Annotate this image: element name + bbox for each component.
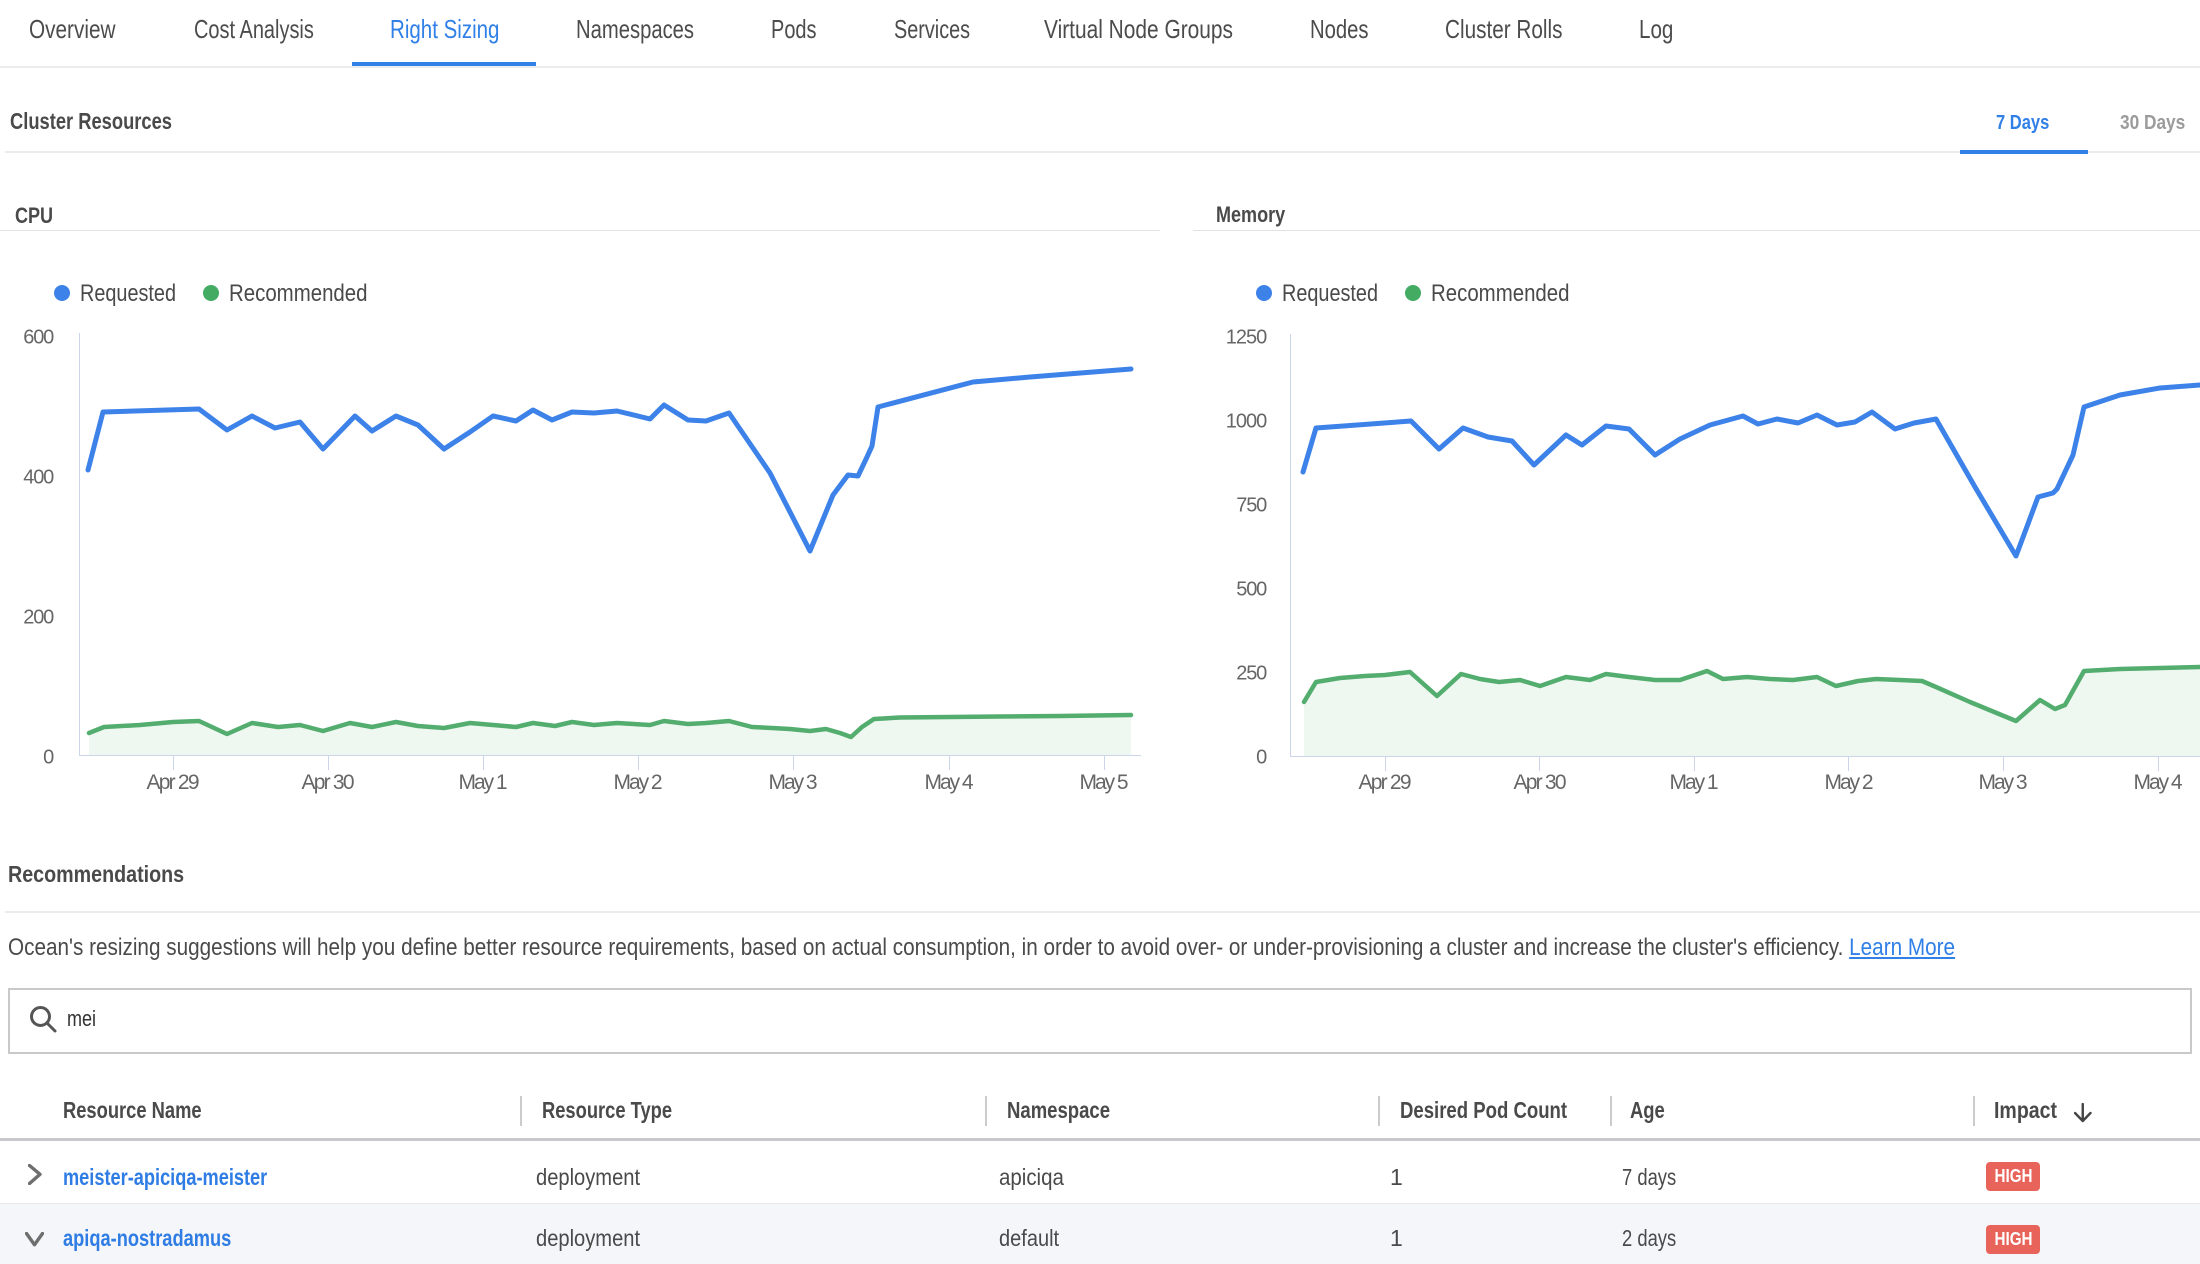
svg-text:May 2: May 2 xyxy=(1825,771,1874,794)
svg-text:Apr 30: Apr 30 xyxy=(302,771,355,794)
svg-text:750: 750 xyxy=(1236,495,1267,517)
svg-text:Apr 29: Apr 29 xyxy=(147,771,200,794)
svg-text:May 1: May 1 xyxy=(459,771,508,794)
svg-text:May 4: May 4 xyxy=(2134,771,2183,794)
svg-text:Apr 30: Apr 30 xyxy=(1514,771,1567,794)
svg-text:1250: 1250 xyxy=(1226,327,1268,349)
svg-text:0: 0 xyxy=(43,747,54,769)
svg-text:1000: 1000 xyxy=(1226,411,1268,433)
svg-text:600: 600 xyxy=(23,327,54,349)
svg-text:400: 400 xyxy=(23,467,54,489)
svg-text:May 3: May 3 xyxy=(769,771,818,794)
svg-text:Apr 29: Apr 29 xyxy=(1359,771,1412,794)
svg-text:May 4: May 4 xyxy=(925,771,974,794)
svg-text:May 1: May 1 xyxy=(1670,771,1719,794)
svg-text:May 5: May 5 xyxy=(1080,771,1129,794)
svg-text:May 3: May 3 xyxy=(1979,771,2028,794)
svg-text:200: 200 xyxy=(23,607,54,629)
svg-text:500: 500 xyxy=(1236,579,1267,601)
svg-text:250: 250 xyxy=(1236,663,1267,685)
svg-text:0: 0 xyxy=(1256,747,1267,769)
svg-text:May 2: May 2 xyxy=(614,771,663,794)
